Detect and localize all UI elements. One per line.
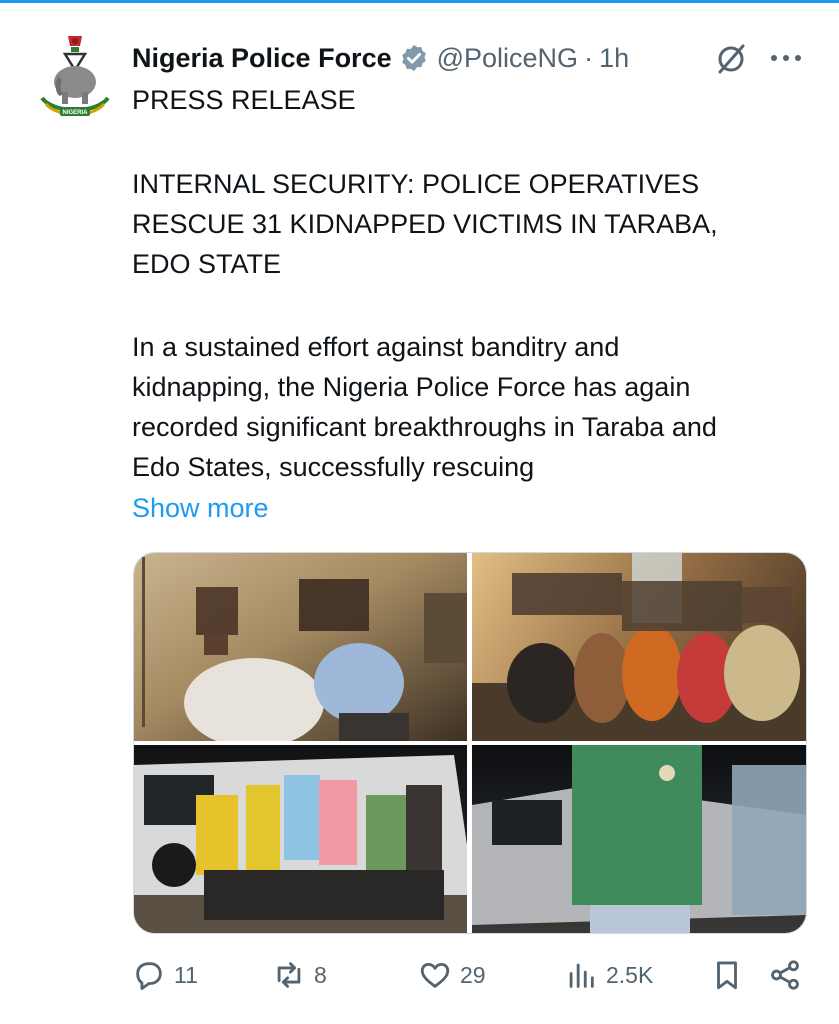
repost-icon: [277, 962, 301, 988]
avatar[interactable]: NIGERIA: [38, 34, 112, 120]
share-icon: [771, 960, 799, 990]
press-release-label: PRESS RELEASE: [132, 80, 356, 120]
views-button[interactable]: 2.5K: [564, 950, 653, 1000]
photo-2-scene: [472, 553, 806, 741]
text-line: kidnapping, the Nigeria Police Force has…: [132, 372, 691, 402]
views-icon: [569, 963, 594, 988]
author-name[interactable]: Nigeria Police Force: [132, 43, 392, 74]
photo-4[interactable]: [472, 745, 806, 933]
tweet-body: In a sustained effort against banditry a…: [132, 327, 717, 487]
bookmark-button[interactable]: [710, 950, 744, 1000]
like-count: 29: [460, 961, 486, 988]
repost-count: 8: [314, 961, 327, 988]
repost-button[interactable]: 8: [272, 950, 327, 1000]
media-grid: [133, 552, 807, 934]
police-crest-logo: NIGERIA: [40, 36, 110, 116]
views-count: 2.5K: [606, 961, 654, 988]
text-line: In a sustained effort against banditry a…: [132, 332, 620, 362]
author-handle[interactable]: @PoliceNG: [437, 43, 578, 74]
photo-1[interactable]: [134, 553, 467, 741]
tweet-headline: INTERNAL SECURITY: POLICE OPERATIVES RES…: [132, 164, 718, 284]
reply-button[interactable]: 11: [132, 950, 198, 1000]
photo-3-scene: [134, 755, 467, 933]
avatar-emblem-text: NIGERIA: [62, 110, 88, 116]
top-accent-line: [0, 0, 839, 3]
action-bar: 11 8 29 2.5K: [132, 950, 812, 1000]
photo-2[interactable]: [472, 553, 806, 741]
text-line: RESCUE 31 KIDNAPPED VICTIMS IN TARABA,: [132, 209, 718, 239]
reply-count: 11: [174, 961, 198, 988]
like-button[interactable]: 29: [418, 950, 486, 1000]
photo-1-scene: [142, 557, 467, 741]
verified-badge-icon[interactable]: [399, 43, 429, 73]
text-line: Edo States, successfully rescuing: [132, 452, 535, 482]
show-more-link[interactable]: Show more: [132, 488, 269, 528]
photo-4-scene: [472, 745, 806, 933]
share-button[interactable]: [768, 950, 802, 1000]
divider: [0, 10, 839, 11]
heart-icon: [420, 962, 450, 988]
bookmark-icon: [717, 961, 737, 990]
photo-3[interactable]: [134, 745, 467, 933]
reply-icon: [136, 962, 162, 990]
separator-dot: ·: [584, 42, 594, 73]
more-options-icon[interactable]: [766, 46, 806, 70]
text-line: INTERNAL SECURITY: POLICE OPERATIVES: [132, 169, 700, 199]
text-line: PRESS RELEASE: [132, 85, 356, 115]
text-line: EDO STATE: [132, 249, 282, 279]
grok-icon[interactable]: [714, 42, 748, 76]
timestamp[interactable]: 1h: [599, 43, 629, 74]
text-line: recorded significant breakthroughs in Ta…: [132, 412, 717, 442]
